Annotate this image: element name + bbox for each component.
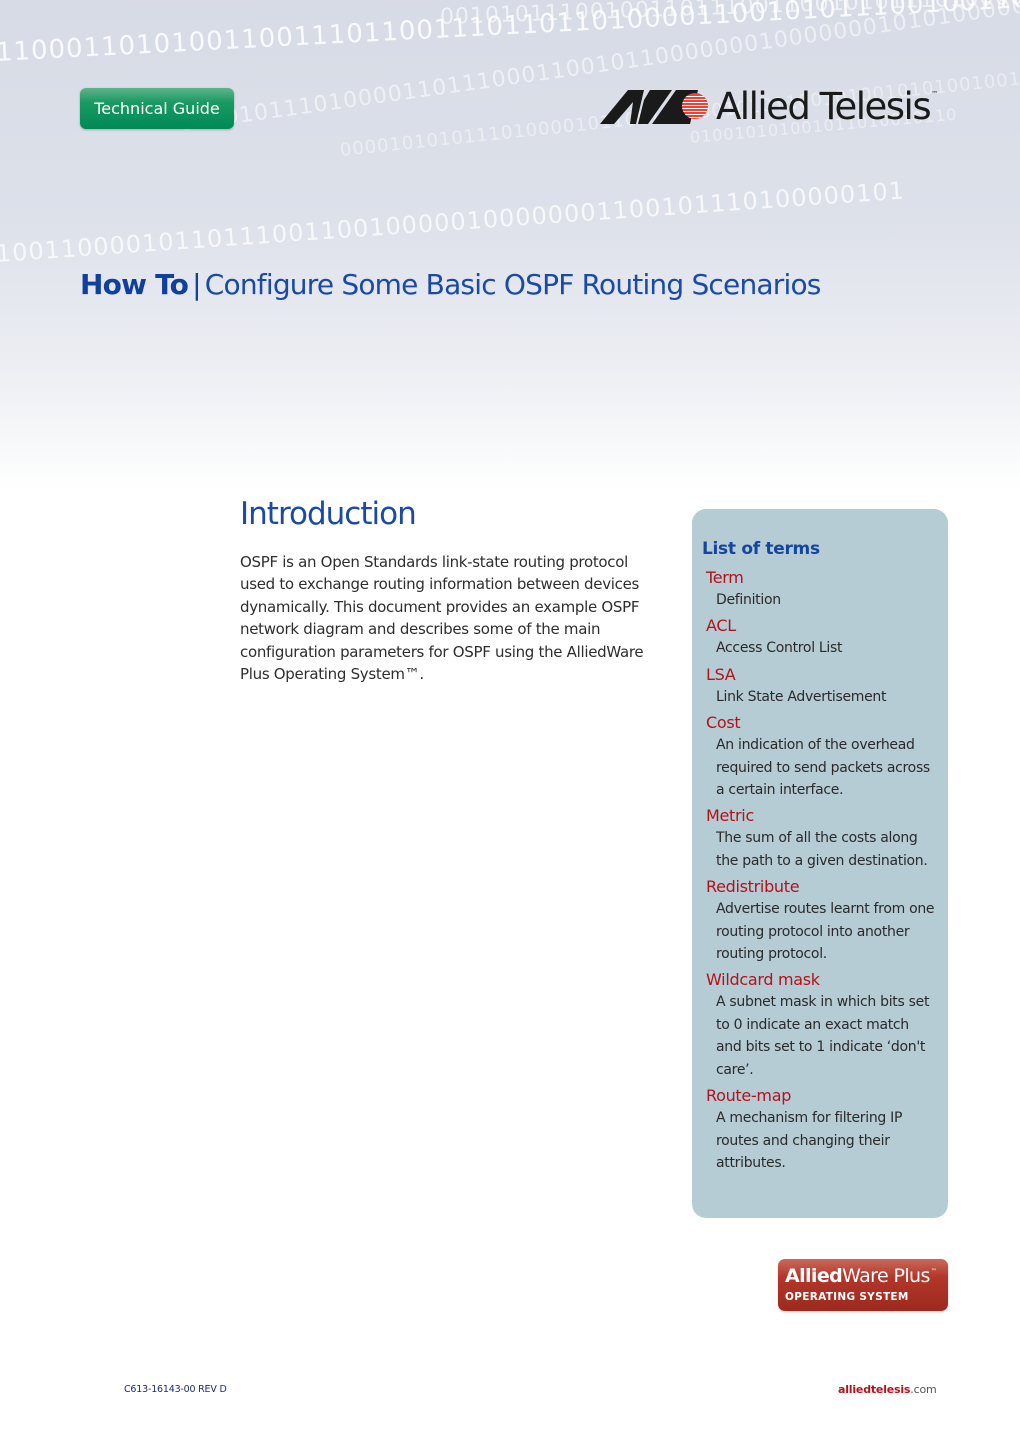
term-name: Cost	[706, 713, 741, 733]
term-definition: Definition	[716, 592, 781, 608]
term-name: LSA	[706, 664, 736, 684]
document-code: C613-16143-00 REV D	[124, 1384, 227, 1395]
term-entry: Wildcard mask A subnet mask in which bit…	[704, 969, 936, 1081]
term-definition: The sum of all the costs along the path …	[716, 830, 928, 869]
awp-title: AlliedWare Plus™	[785, 1266, 948, 1291]
introduction-heading: Introduction	[240, 496, 417, 532]
title-text: Configure Some Basic OSPF Routing Scenar…	[204, 268, 822, 301]
term-name: Term	[706, 568, 744, 587]
awp-title-bold: Allied	[785, 1265, 843, 1287]
term-definition: A subnet mask in which bits set to 0 ind…	[716, 994, 930, 1078]
introduction-body: OSPF is an Open Standards link-state rou…	[240, 553, 644, 684]
website-link[interactable]: alliedtelesis.com	[838, 1383, 937, 1396]
term-definition: Advertise routes learnt from one routing…	[716, 901, 935, 963]
logo-trademark: ™	[931, 90, 939, 98]
list-of-terms-sidebar: List of terms Term Definition ACL Access…	[692, 509, 948, 1218]
title-separator: |	[192, 268, 201, 301]
term-definition: Link State Advertisement	[716, 688, 887, 705]
term-name: Route-map	[706, 1086, 792, 1106]
allied-telesis-logo-icon	[600, 90, 708, 124]
term-definition: An indication of the overhead required t…	[716, 737, 930, 799]
term-name: Wildcard mask	[706, 970, 820, 990]
term-entry: Route-map A mechanism for filtering IP r…	[704, 1085, 936, 1174]
alliedware-plus-badge: AlliedWare Plus™ OPERATING SYSTEM	[778, 1259, 948, 1311]
cover-header: 0010101110010011011100110010101110100000…	[0, 0, 1020, 490]
term-entry: Term Definition	[704, 567, 936, 611]
awp-subtitle: OPERATING SYSTEM	[785, 1291, 909, 1303]
title-prefix: How To	[80, 268, 189, 301]
website-tld: .com	[910, 1383, 937, 1396]
term-definition: A mechanism for filtering IP routes and …	[716, 1110, 903, 1171]
allied-telesis-logo: Allied Telesis ™	[600, 84, 939, 128]
logo-wordmark: Allied Telesis	[716, 84, 932, 128]
website-domain: alliedtelesis	[838, 1383, 911, 1396]
awp-trademark: ™	[930, 1268, 937, 1275]
term-name: Metric	[706, 806, 754, 826]
technical-guide-badge: Technical Guide	[80, 88, 234, 129]
term-entry: Redistribute Advertise routes learnt fro…	[704, 876, 936, 965]
term-definition: Access Control List	[716, 640, 843, 657]
term-entry: Metric The sum of all the costs along th…	[704, 805, 936, 872]
term-name: ACL	[706, 616, 736, 636]
binary-pattern: 1001100001011011100110010000010000000110…	[0, 176, 906, 268]
document-title: How To | Configure Some Basic OSPF Routing…	[80, 268, 821, 301]
term-entry: Cost An indication of the overhead requi…	[704, 712, 936, 801]
awp-title-regular: Ware Plus	[842, 1265, 930, 1287]
term-entry: LSA Link State Advertisement	[704, 664, 936, 708]
terms-title: List of terms	[702, 539, 820, 559]
term-entry: ACL Access Control List	[704, 615, 936, 659]
term-name: Redistribute	[706, 877, 800, 897]
